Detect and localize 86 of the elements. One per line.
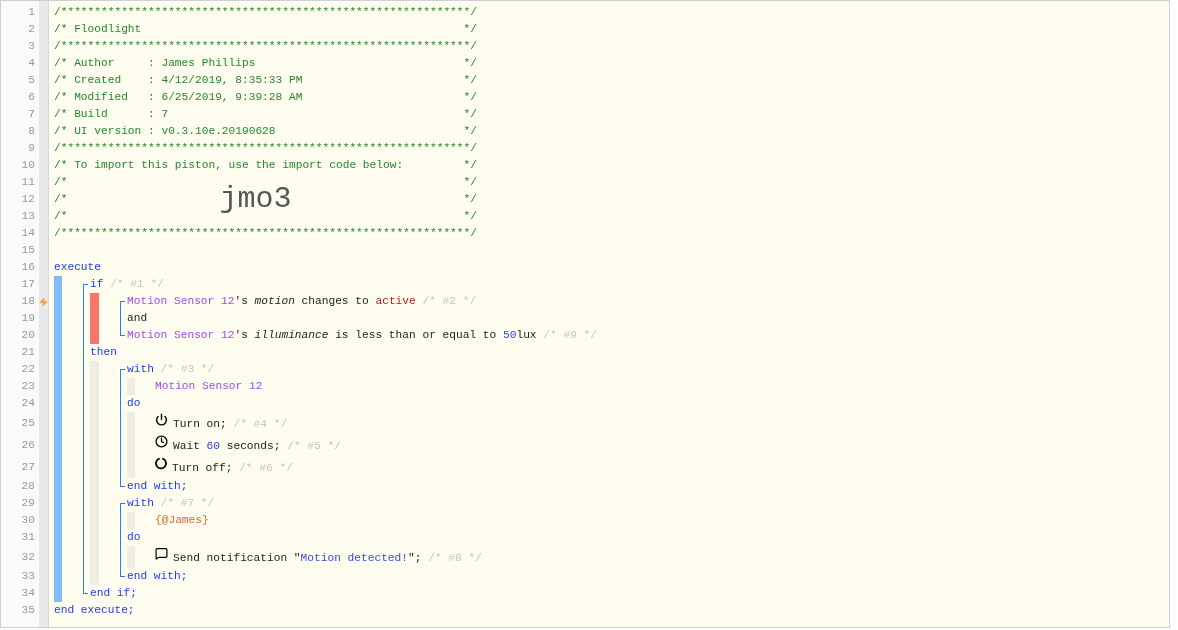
- line-number: 33: [21, 569, 35, 585]
- line-number: 26: [21, 438, 35, 454]
- comment-text: */: [463, 90, 477, 106]
- code-line: {@James}: [155, 513, 209, 529]
- line-number: 16: [21, 260, 35, 276]
- line-number: 2: [28, 22, 35, 38]
- block-bar: [90, 293, 99, 344]
- line-number: 1: [28, 5, 35, 21]
- comment-text: /*: [54, 175, 68, 191]
- code-line: end with;: [127, 479, 188, 495]
- code-line: Motion Sensor 12's illuminance is less than or equal to 50lux /* #9 */: [127, 328, 598, 344]
- code-line: Motion Sensor 12's motion changes to active /* #2 */: [127, 294, 477, 310]
- line-number: 7: [28, 107, 35, 123]
- code-line: Send notification "Motion detected!"; /* #8 */: [173, 551, 482, 567]
- line-number: 18: [21, 294, 35, 310]
- line-number: 34: [21, 586, 35, 602]
- line-number: 25: [21, 416, 35, 432]
- comment-text: /* Build : 7: [54, 107, 169, 123]
- line-number: 8: [28, 124, 35, 140]
- code-line: with /* #7 */: [127, 496, 215, 512]
- comment-text: */: [463, 192, 477, 208]
- line-number: 31: [21, 530, 35, 546]
- comment-text: /* Floodlight: [54, 22, 142, 38]
- line-number: 22: [21, 362, 35, 378]
- code-line: Turn off; /* #6 */: [172, 461, 293, 477]
- code-line: execute: [54, 260, 101, 276]
- code-line: end with;: [127, 569, 188, 585]
- comment-text: */: [463, 209, 477, 225]
- line-number: 23: [21, 379, 35, 395]
- line-number: 9: [28, 141, 35, 157]
- code-line: do: [127, 396, 141, 412]
- comment-text: */: [463, 73, 477, 89]
- line-number: 35: [21, 603, 35, 619]
- comment-text: /*************************************************************/: [54, 39, 477, 55]
- line-number: 3: [28, 39, 35, 55]
- line-number: 24: [21, 396, 35, 412]
- code-bracket: [120, 301, 125, 336]
- comment-text: /*************************************************************/: [54, 5, 477, 21]
- comment-text: */: [463, 22, 477, 38]
- line-number: 5: [28, 73, 35, 89]
- line-number: 10: [21, 158, 35, 174]
- code-line: Wait 60 seconds; /* #5 */: [173, 439, 341, 455]
- comment-text: */: [463, 56, 477, 72]
- comment-text: /* Created : 4/12/2019, 8:35:33 PM: [54, 73, 303, 89]
- line-number: 13: [21, 209, 35, 225]
- line-number: 19: [21, 311, 35, 327]
- line-number: 27: [21, 460, 35, 476]
- line-number: 17: [21, 277, 35, 293]
- line-number: 14: [21, 226, 35, 242]
- code-line: end if;: [90, 586, 137, 602]
- comment-text: /*************************************************************/: [54, 141, 477, 157]
- code-line: with /* #3 */: [127, 362, 215, 378]
- code-line: and: [127, 311, 148, 327]
- comment-text: /*: [54, 192, 68, 208]
- code-line: Motion Sensor 12: [155, 379, 263, 395]
- ring-icon: [155, 457, 167, 470]
- speech-bubble-icon: [155, 547, 168, 560]
- code-line: do: [127, 530, 141, 546]
- comment-text: */: [463, 158, 477, 174]
- comment-text: */: [463, 124, 477, 140]
- comment-text: /* Modified : 6/25/2019, 9:39:28 AM: [54, 90, 303, 106]
- line-number: 29: [21, 496, 35, 512]
- line-number: 30: [21, 513, 35, 529]
- line-number: 28: [21, 479, 35, 495]
- line-number: 4: [28, 56, 35, 72]
- line-number: 21: [21, 345, 35, 361]
- line-number: 32: [21, 550, 35, 566]
- code-line: Turn on; /* #4 */: [173, 417, 288, 433]
- import-code: jmo3: [219, 184, 292, 215]
- comment-text: /* To import this piston, use the import code below:: [54, 158, 404, 174]
- power-icon: [155, 413, 168, 426]
- code-line: if /* #1 */: [90, 277, 164, 293]
- line-number: 6: [28, 90, 35, 106]
- line-number: 11: [21, 175, 35, 191]
- comment-text: /*: [54, 209, 68, 225]
- line-number: 15: [21, 243, 35, 259]
- comment-text: */: [463, 107, 477, 123]
- code-line: then: [90, 345, 117, 361]
- line-number: 20: [21, 328, 35, 344]
- line-number: 12: [21, 192, 35, 208]
- comment-text: /* UI version : v0.3.10e.20190628: [54, 124, 276, 140]
- comment-text: /* Author : James Phillips: [54, 56, 256, 72]
- clock-icon: [155, 435, 168, 448]
- comment-text: /*************************************************************/: [54, 226, 477, 242]
- code-line: end execute;: [54, 603, 135, 619]
- comment-text: */: [463, 175, 477, 191]
